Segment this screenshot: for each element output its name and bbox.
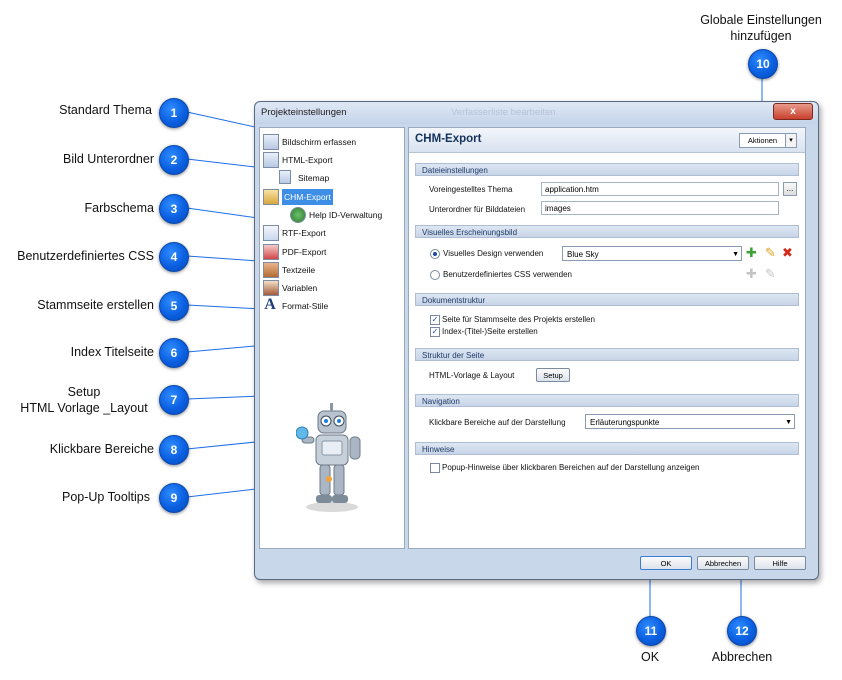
popup-hints-checkbox[interactable]	[430, 463, 440, 473]
custom-css-radio[interactable]	[430, 270, 440, 280]
chevron-down-icon: ▼	[785, 419, 792, 426]
callout-label-7-line1: Setup	[67, 385, 101, 399]
add-design-icon[interactable]: ✚	[746, 246, 757, 260]
close-button[interactable]: x	[773, 103, 813, 120]
variables-icon	[263, 280, 279, 296]
design-select[interactable]: Blue Sky ▼	[562, 246, 742, 261]
callout-bubble-11: 11	[636, 616, 666, 646]
default-theme-label: Voreingestelltes Thema	[429, 185, 513, 194]
callout-label-10: Globale Einstellungen hinzufügen	[688, 12, 834, 44]
delete-design-icon[interactable]: ✖	[782, 246, 793, 260]
callout-label-5: Stammseite erstellen	[37, 298, 154, 312]
section-dokumentstruktur: Dokumentstruktur	[415, 293, 799, 306]
clickable-areas-value: Erläuterungspunkte	[590, 418, 660, 427]
chm-export-panel: CHM-Export Aktionen ▾ Dateieinstellungen…	[408, 127, 806, 549]
design-select-value: Blue Sky	[567, 250, 599, 259]
robot-mascot-illustration	[296, 403, 361, 512]
default-theme-input[interactable]: application.htm	[541, 182, 779, 196]
textzeile-icon	[263, 262, 279, 278]
callout-label-2: Bild Unterordner	[62, 152, 154, 166]
callout-bubble-7: 7	[159, 385, 189, 415]
dialog-title: Projekteinstellungen	[261, 107, 347, 118]
image-folder-input[interactable]: images	[541, 201, 779, 215]
settings-nav-tree: Bildschirm erfassen HTML-Export Sitemap …	[259, 127, 405, 549]
index-page-label: Index-(Titel-)Seite erstellen	[442, 327, 538, 336]
add-css-icon[interactable]: ✚	[746, 267, 757, 281]
cancel-button[interactable]: Abbrechen	[697, 556, 749, 570]
callout-label-8: Klickbare Bereiche	[49, 442, 154, 456]
nav-item-label: Sitemap	[298, 173, 330, 183]
callout-label-9: Pop-Up Tooltips	[61, 490, 150, 504]
actions-button[interactable]: Aktionen	[739, 133, 786, 148]
sitemap-icon	[279, 170, 291, 184]
callout-bubble-12: 12	[727, 616, 757, 646]
rtf-export-icon	[263, 225, 279, 241]
callout-label-4: Benutzerdefiniertes CSS	[17, 249, 154, 263]
callout-label-12: Abbrechen	[711, 650, 773, 664]
section-dateieinstellungen: Dateieinstellungen	[415, 163, 799, 176]
format-styles-icon: A	[264, 296, 276, 313]
chevron-down-icon: ▼	[732, 251, 739, 258]
clickable-areas-select[interactable]: Erläuterungspunkte ▼	[585, 414, 795, 429]
nav-item-label: Format-Stile	[282, 301, 329, 311]
callout-bubble-10: 10	[748, 49, 778, 79]
callout-label-7-line2: HTML Vorlage _Layout	[20, 401, 148, 415]
nav-item-label: RTF-Export	[282, 228, 326, 238]
help-button[interactable]: Hilfe	[754, 556, 806, 570]
panel-title: CHM-Export	[415, 133, 482, 145]
help-id-icon	[290, 207, 306, 223]
callout-label-1: Standard Thema	[59, 103, 152, 117]
custom-css-label: Benutzerdefiniertes CSS verwenden	[443, 270, 572, 279]
edit-css-icon[interactable]: ✎	[765, 267, 776, 281]
callout-bubble-8: 8	[159, 435, 189, 465]
actions-dropdown-arrow[interactable]: ▾	[785, 133, 797, 148]
ok-button[interactable]: OK	[640, 556, 692, 570]
project-settings-dialog: Projekteinstellungen Verfasserliste bear…	[254, 101, 819, 580]
callout-label-11: OK	[640, 650, 660, 664]
callout-bubble-5: 5	[159, 291, 189, 321]
screen-capture-icon	[263, 134, 279, 150]
pdf-export-icon	[263, 244, 279, 260]
callout-bubble-6: 6	[159, 338, 189, 368]
nav-item-label: Variablen	[282, 283, 318, 293]
callout-bubble-2: 2	[159, 145, 189, 175]
nav-item-label: HTML-Export	[282, 155, 333, 165]
nav-item-label: PDF-Export	[282, 247, 327, 257]
panel-header: CHM-Export Aktionen ▾	[409, 128, 805, 153]
section-navigation: Navigation	[415, 394, 799, 407]
browse-theme-button[interactable]: ...	[783, 182, 797, 196]
callout-label-3: Farbschema	[84, 201, 154, 215]
nav-item-label: Textzeile	[282, 265, 316, 275]
visual-design-radio[interactable]	[430, 249, 440, 259]
html-export-icon	[263, 152, 279, 168]
index-page-checkbox[interactable]: ✓	[430, 327, 440, 337]
callout-label-10-line1: Globale Einstellungen	[700, 13, 822, 27]
section-visuelles-erscheinungsbild: Visuelles Erscheinungsbild	[415, 225, 799, 238]
section-hinweise: Hinweise	[415, 442, 799, 455]
callout-bubble-3: 3	[159, 194, 189, 224]
callout-label-10-line2: hinzufügen	[730, 29, 792, 43]
popup-hints-label: Popup-Hinweise über klickbaren Bereichen…	[442, 463, 700, 472]
root-page-label: Seite für Stammseite des Projekts erstel…	[442, 315, 595, 324]
visual-design-label: Visuelles Design verwenden	[443, 249, 544, 258]
callout-bubble-9: 9	[159, 483, 189, 513]
callout-label-7: Setup HTML Vorlage _Layout	[14, 384, 154, 416]
image-folder-label: Unterordner für Bilddateien	[429, 205, 526, 214]
chm-export-icon	[263, 189, 279, 205]
html-template-label: HTML-Vorlage & Layout	[429, 371, 515, 380]
callout-bubble-4: 4	[159, 242, 189, 272]
clickable-areas-label: Klickbare Bereiche auf der Darstellung	[429, 418, 566, 427]
callout-label-6: Index Titelseite	[70, 345, 154, 359]
dialog-titlebar[interactable]: Projekteinstellungen Verfasserliste bear…	[255, 102, 818, 124]
setup-button[interactable]: Setup	[536, 368, 570, 382]
background-window-title: Verfasserliste bearbeiten	[451, 107, 556, 118]
section-struktur-der-seite: Struktur der Seite	[415, 348, 799, 361]
callout-bubble-1: 1	[159, 98, 189, 128]
nav-item-label: Help ID-Verwaltung	[309, 210, 383, 220]
root-page-checkbox[interactable]: ✓	[430, 315, 440, 325]
nav-item-label: CHM-Export	[282, 189, 333, 205]
nav-item-label: Bildschirm erfassen	[282, 137, 357, 147]
edit-design-icon[interactable]: ✎	[765, 246, 776, 260]
